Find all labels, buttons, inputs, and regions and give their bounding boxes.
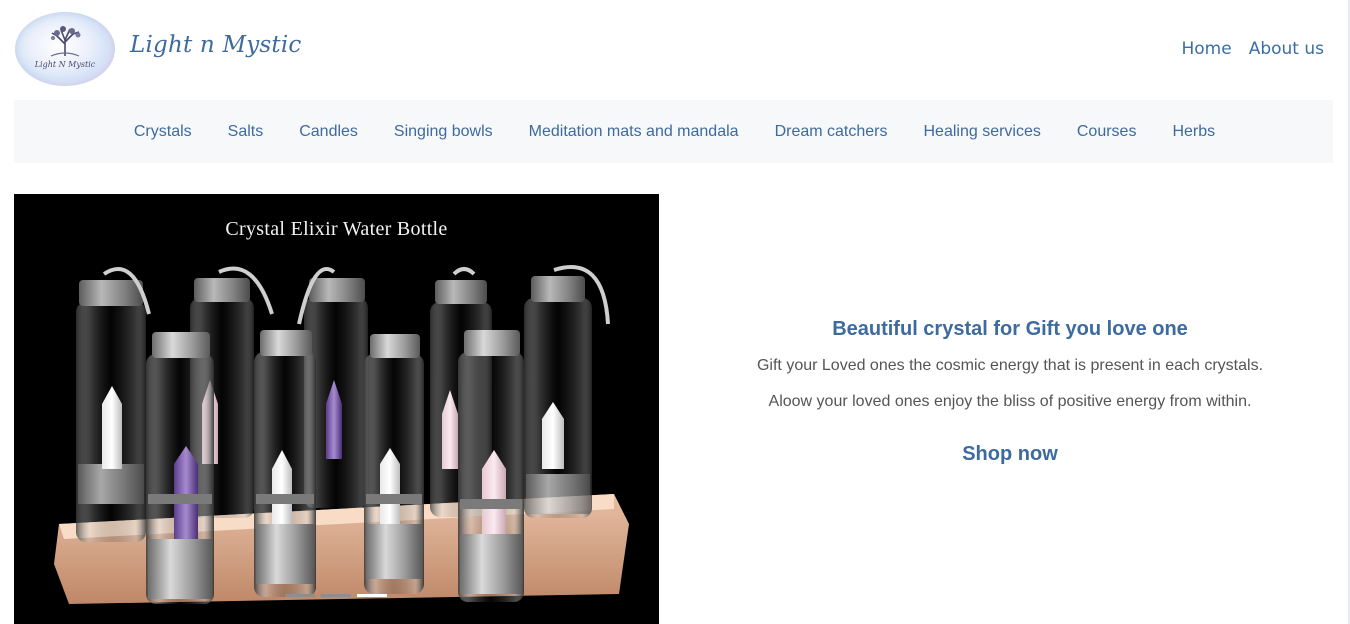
promo-section: Beautiful crystal for Gift you love one … <box>680 318 1340 466</box>
category-healing-services[interactable]: Healing services <box>923 123 1040 141</box>
category-singing-bowls[interactable]: Singing bowls <box>394 123 493 141</box>
category-salts[interactable]: Salts <box>228 123 264 141</box>
category-meditation-mats[interactable]: Meditation mats and mandala <box>529 123 739 141</box>
nav-about-link[interactable]: About us <box>1249 39 1324 59</box>
promo-heading: Beautiful crystal for Gift you love one <box>832 318 1188 340</box>
category-herbs[interactable]: Herbs <box>1172 123 1215 141</box>
hero-image-title: Crystal Elixir Water Bottle <box>225 218 448 240</box>
nav-home-link[interactable]: Home <box>1182 39 1232 59</box>
carousel-dot-3[interactable] <box>357 594 387 597</box>
shop-now-link[interactable]: Shop now <box>962 443 1058 466</box>
site-header: Light N Mystic Light n Mystic Home About… <box>0 0 1348 100</box>
category-courses[interactable]: Courses <box>1077 123 1137 141</box>
promo-text-2: Aloow your loved ones enjoy the bliss of… <box>768 393 1252 410</box>
site-logo[interactable]: Light N Mystic <box>15 12 115 86</box>
tree-logo-icon <box>50 26 81 57</box>
carousel-dot-1[interactable] <box>285 594 315 597</box>
promo-text-1: Gift your Loved ones the cosmic energy t… <box>756 357 1264 374</box>
hero-carousel[interactable]: Crystal Elixir Water Bottle <box>14 194 659 624</box>
site-name[interactable]: Light n Mystic <box>130 32 301 58</box>
carousel-dot-2[interactable] <box>321 594 351 597</box>
category-crystals[interactable]: Crystals <box>134 123 192 141</box>
category-nav: Crystals Salts Candles Singing bowls Med… <box>14 100 1333 163</box>
crystal-bottles-image <box>54 265 629 604</box>
category-candles[interactable]: Candles <box>299 123 358 141</box>
top-nav: Home About us <box>1182 39 1325 59</box>
carousel-indicators <box>285 594 387 597</box>
category-dream-catchers[interactable]: Dream catchers <box>775 123 888 141</box>
logo-text: Light N Mystic <box>34 60 96 69</box>
